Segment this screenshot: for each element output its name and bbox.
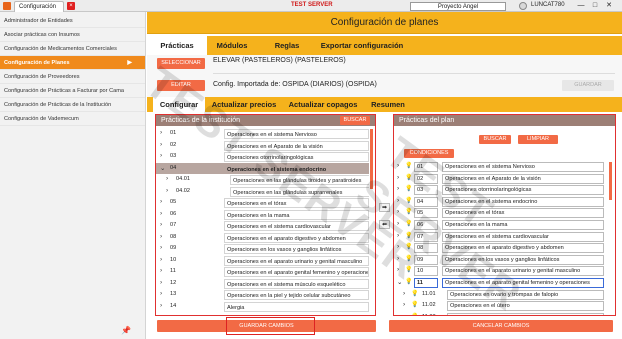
practice-code: 09 <box>170 245 177 251</box>
sidebar-item[interactable]: Configuración de Medicamentos Comerciale… <box>0 42 145 56</box>
window-controls: — □ ✕ <box>574 1 620 11</box>
search-button[interactable]: BUSCAR <box>340 116 370 125</box>
tree-row[interactable]: › 10 Operaciones en el aparato urinario y … <box>156 255 369 267</box>
practice-code-field[interactable]: 11.03 <box>420 312 444 315</box>
expand-chevron-icon[interactable]: › <box>160 210 162 217</box>
practice-code: 04 <box>170 164 177 171</box>
sidebar-item[interactable]: Configuración de Proveedores <box>0 70 145 84</box>
tab-reglas[interactable]: Reglas <box>257 36 317 55</box>
project-selector[interactable]: Proyecto Angel <box>410 2 506 11</box>
panel-title: Prácticas del plan <box>399 117 455 124</box>
practice-code: 14 <box>170 302 177 309</box>
practice-description: Operaciones en el aparato urinario y gen… <box>224 255 369 266</box>
tree-row[interactable]: › 11 Operaciones en el aparato genital fem… <box>156 266 369 278</box>
practice-code-field[interactable]: 11 <box>414 277 438 288</box>
tree-row[interactable]: › 13 Operaciones en la piel y tejido celul… <box>156 289 369 301</box>
save-button[interactable]: GUARDAR <box>562 80 614 91</box>
expand-chevron-icon[interactable]: › <box>166 175 168 182</box>
practice-description-field[interactable]: Operaciones en el sistema Nervioso <box>442 162 604 172</box>
expand-chevron-icon[interactable]: › <box>403 313 405 315</box>
practice-code: 11 <box>170 268 176 274</box>
maximize-icon[interactable]: □ <box>588 1 602 11</box>
tree-row[interactable]: › 12 Operaciones en el sistema músculo esq… <box>156 278 369 290</box>
tree-row[interactable]: › 14 Alergia <box>156 301 369 313</box>
sidebar-item[interactable]: Configuración de Vademecum <box>0 112 145 126</box>
practice-code-field[interactable]: 11.01 <box>420 289 444 300</box>
practice-code: 08 <box>170 233 177 240</box>
practice-description: Alergia <box>224 301 369 312</box>
tab-modulos[interactable]: Módulos <box>207 36 257 55</box>
practice-code: 06 <box>170 210 177 217</box>
practice-code: 05 <box>170 199 177 205</box>
sidebar-item[interactable]: Configuración de Prácticas de la Institu… <box>0 98 145 112</box>
practice-description: Operaciones en el aparato genital femeni… <box>224 267 369 277</box>
chevron-right-icon: ▶ <box>127 60 132 66</box>
practice-code: 03 <box>170 153 177 159</box>
close-window-icon[interactable]: ✕ <box>602 1 616 11</box>
sidebar-item[interactable]: Administrador de Entidades <box>0 14 145 28</box>
app-icon <box>3 2 11 10</box>
clear-button[interactable]: LIMPIAR <box>518 135 558 144</box>
page-title: Configuración de planes <box>147 12 622 34</box>
expand-chevron-icon[interactable]: ⌄ <box>160 164 165 172</box>
tab-resumen[interactable]: Resumen <box>363 97 413 112</box>
expand-chevron-icon[interactable]: › <box>160 279 162 286</box>
lightbulb-icon[interactable]: 💡 <box>411 301 418 308</box>
divider <box>213 73 615 74</box>
expand-chevron-icon[interactable]: › <box>160 198 162 205</box>
focus-outline <box>226 317 315 335</box>
practice-code: 04.01 <box>176 176 190 182</box>
expand-chevron-icon[interactable]: › <box>403 301 405 308</box>
expand-chevron-icon[interactable]: › <box>160 233 162 240</box>
server-label: TEST SERVER <box>291 2 333 8</box>
practice-description: Operaciones en el sistema músculo esquel… <box>224 278 369 289</box>
panel-header: Prácticas del plan <box>394 115 615 126</box>
lightbulb-icon[interactable]: 💡 <box>411 290 418 297</box>
expand-chevron-icon[interactable]: › <box>403 290 405 297</box>
pin-icon[interactable]: 📌 <box>121 326 131 335</box>
practice-code: 12 <box>170 279 177 286</box>
expand-chevron-icon[interactable]: › <box>160 290 162 297</box>
tab-configuracion[interactable]: Configuración <box>14 1 64 12</box>
expand-chevron-icon[interactable]: › <box>160 221 162 228</box>
expand-chevron-icon[interactable]: › <box>160 141 162 148</box>
practice-code: 02 <box>170 141 177 148</box>
search-button[interactable]: BUSCAR <box>479 135 511 144</box>
expand-chevron-icon[interactable]: › <box>160 244 162 251</box>
expand-chevron-icon[interactable]: › <box>160 152 162 159</box>
practice-description: Operaciones en la piel y tejido celular … <box>224 290 369 300</box>
close-tab-icon[interactable]: × <box>67 2 75 10</box>
user-avatar-icon[interactable] <box>519 2 527 10</box>
expand-chevron-icon[interactable]: › <box>160 267 162 274</box>
practice-code: 04.02 <box>176 187 190 194</box>
lightbulb-icon[interactable]: 💡 <box>411 313 418 315</box>
expand-chevron-icon[interactable]: › <box>160 129 162 136</box>
tab-actualizar-copagos[interactable]: Actualizar copagos <box>283 97 363 112</box>
practice-code: 07 <box>170 222 177 228</box>
expand-chevron-icon[interactable]: › <box>160 256 162 263</box>
practice-code: 01 <box>170 130 177 136</box>
tab-exportar[interactable]: Exportar configuración <box>313 36 411 55</box>
tab-practicas[interactable]: Prácticas <box>147 36 207 55</box>
sidebar: Administrador de Entidades Asociar prácti… <box>0 12 146 339</box>
plan-name: ELEVAR (PASTELEROS) (PASTELEROS) <box>213 57 346 64</box>
main-tabs: Prácticas Módulos Reglas Exportar config… <box>147 36 622 55</box>
practice-code-field[interactable]: 11.02 <box>420 301 444 312</box>
expand-chevron-icon[interactable]: › <box>160 302 162 309</box>
practice-code: 13 <box>170 291 177 297</box>
minimize-icon[interactable]: — <box>574 1 588 11</box>
sidebar-item[interactable]: Configuración de Planes ▶ <box>0 56 145 70</box>
expand-chevron-icon[interactable]: › <box>166 187 168 194</box>
config-origin: Config. Importada de: OSPIDA (DIARIOS) (… <box>213 81 377 88</box>
sidebar-item[interactable]: Configuración de Prácticas a Facturar po… <box>0 84 145 98</box>
user-name: LUNCAT780 <box>531 2 565 8</box>
right-scrollbar[interactable] <box>609 162 612 200</box>
sidebar-item[interactable]: Asociar prácticas con Insumos <box>0 28 145 42</box>
practice-code: 10 <box>170 256 177 263</box>
